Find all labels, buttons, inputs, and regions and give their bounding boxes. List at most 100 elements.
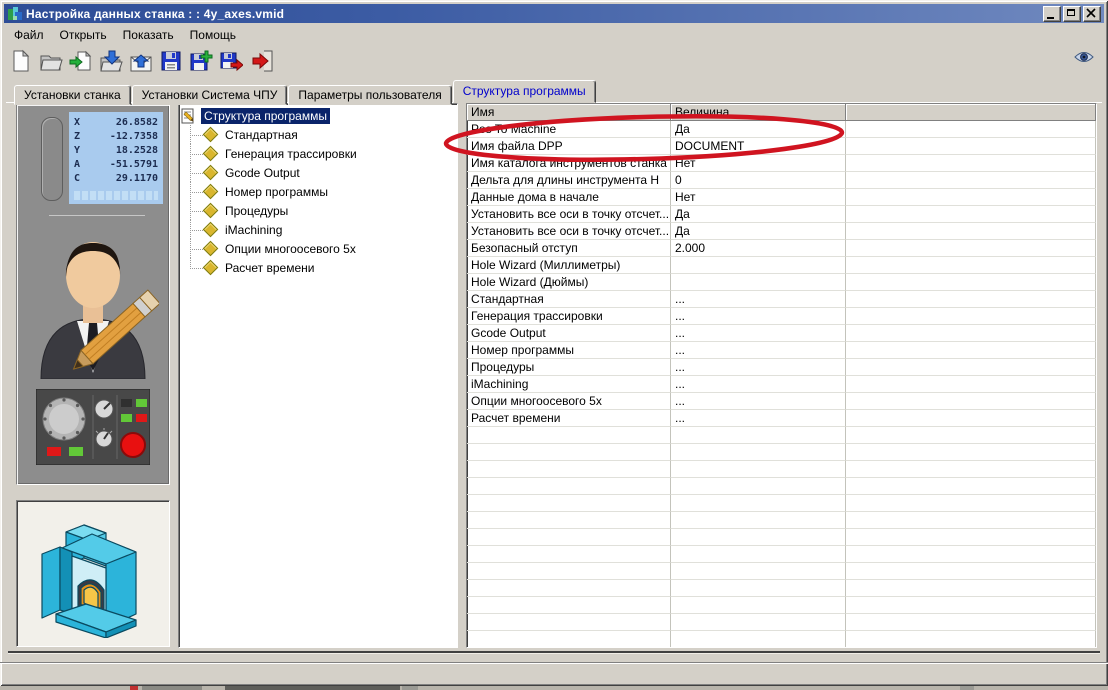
dro-side-button[interactable] (41, 117, 63, 201)
menu-item-4[interactable]: Помощь (182, 26, 244, 44)
table-row[interactable]: Данные дома в начале Нет (467, 189, 1096, 206)
table-row[interactable]: Генерация трассировки... (467, 308, 1096, 325)
table-row[interactable]: Hole Wizard (Дюймы) (467, 274, 1096, 291)
param-value-cell[interactable]: ... (671, 342, 846, 359)
operator-avatar (27, 221, 161, 380)
tree-item-4[interactable]: Номер программы (181, 182, 455, 201)
param-name-cell[interactable]: Генерация трассировки (467, 308, 671, 325)
tree-item-3[interactable]: Gcode Output (181, 163, 455, 182)
table-row[interactable]: Безопасный отступ 2.000 (467, 240, 1096, 257)
param-name-cell[interactable]: Установить все оси в точку отсчет... (467, 223, 671, 240)
param-value-cell[interactable]: ... (671, 393, 846, 410)
table-row[interactable]: Установить все оси в точку отсчет... Да (467, 206, 1096, 223)
table-row[interactable]: Имя каталога инструментов станка Нет (467, 155, 1096, 172)
param-value-cell[interactable]: ... (671, 325, 846, 342)
table-row[interactable]: Pos To Machine Да (467, 121, 1096, 138)
save-icon[interactable] (156, 47, 186, 75)
param-value-cell[interactable] (671, 274, 846, 291)
param-name-cell[interactable]: Расчет времени (467, 410, 671, 427)
new-document-icon[interactable] (6, 47, 36, 75)
param-name-cell[interactable]: Данные дома в начале (467, 189, 671, 206)
table-row[interactable]: iMachining... (467, 376, 1096, 393)
param-name-cell[interactable]: Имя каталога инструментов станка (467, 155, 671, 172)
table-row[interactable]: Стандартная... (467, 291, 1096, 308)
param-value-cell[interactable]: Нет (671, 155, 846, 172)
column-header-name[interactable]: Имя (467, 104, 671, 121)
empty-row (467, 444, 1096, 461)
menu-bar: Файл Открыть Показать Помощь (6, 26, 244, 44)
axis-value: 29.1170 (115, 173, 158, 184)
axis-value: -51.5791 (109, 159, 158, 170)
eye-icon[interactable] (1074, 50, 1094, 69)
table-row[interactable]: Расчет времени... (467, 410, 1096, 427)
param-extra-cell (846, 257, 1096, 274)
param-value-cell[interactable]: ... (671, 359, 846, 376)
tab-3[interactable]: Параметры пользователя (288, 85, 452, 105)
table-row[interactable]: Установить все оси в точку отсчет... Да (467, 223, 1096, 240)
column-header-value[interactable]: Величина (671, 104, 846, 121)
maximize-icon[interactable] (1063, 5, 1081, 22)
param-name-cell[interactable]: Процедуры (467, 359, 671, 376)
param-extra-cell (846, 274, 1096, 291)
table-row[interactable]: Опции многоосевого 5x... (467, 393, 1096, 410)
window-title: Настройка данных станка : : 4y_axes.vmid (26, 6, 285, 21)
close-icon[interactable] (1083, 5, 1101, 22)
save-new-icon[interactable] (186, 47, 216, 75)
tab-1[interactable]: Установки станка (14, 85, 131, 105)
param-value-cell[interactable]: Нет (671, 189, 846, 206)
save-export-icon[interactable] (216, 47, 246, 75)
param-name-cell[interactable]: iMachining (467, 376, 671, 393)
menu-item-1[interactable]: Файл (6, 26, 52, 44)
param-name-cell[interactable]: Установить все оси в точку отсчет... (467, 206, 671, 223)
param-name-cell[interactable]: Hole Wizard (Дюймы) (467, 274, 671, 291)
minimize-icon[interactable] (1043, 5, 1061, 22)
param-name-cell[interactable]: Hole Wizard (Миллиметры) (467, 257, 671, 274)
tab-4[interactable]: Структура программы (452, 80, 596, 103)
param-value-cell[interactable] (671, 257, 846, 274)
param-value-cell[interactable]: Да (671, 223, 846, 240)
table-row[interactable]: Процедуры... (467, 359, 1096, 376)
tree-item-8[interactable]: Расчет времени (181, 258, 455, 277)
table-row[interactable]: Gcode Output... (467, 325, 1096, 342)
tree-item-1[interactable]: Стандартная (181, 125, 455, 144)
exit-icon[interactable] (248, 47, 278, 75)
mail-send-icon[interactable] (126, 47, 156, 75)
param-name-cell[interactable]: Номер программы (467, 342, 671, 359)
param-value-cell[interactable]: 2.000 (671, 240, 846, 257)
param-value-cell[interactable]: ... (671, 410, 846, 427)
table-row[interactable]: Дельта для длины инструмента H0 (467, 172, 1096, 189)
tree-item-5[interactable]: Процедуры (181, 201, 455, 220)
menu-item-2[interactable]: Открыть (52, 26, 115, 44)
param-value-cell[interactable]: DOCUMENT (671, 138, 846, 155)
tree-item-2[interactable]: Генерация трассировки (181, 144, 455, 163)
tree-item-6[interactable]: iMachining (181, 220, 455, 239)
axis-label: Z (74, 131, 81, 142)
param-name-cell[interactable]: Стандартная (467, 291, 671, 308)
empty-row (467, 478, 1096, 495)
tree-item-7[interactable]: Опции многоосевого 5x (181, 239, 455, 258)
param-value-cell[interactable]: ... (671, 376, 846, 393)
param-value-cell[interactable]: Да (671, 206, 846, 223)
param-value-cell[interactable]: 0 (671, 172, 846, 189)
import-page-icon[interactable] (66, 47, 96, 75)
param-name-cell[interactable]: Опции многоосевого 5x (467, 393, 671, 410)
tree-root-item[interactable]: Структура программы (181, 107, 455, 125)
open-into-folder-icon[interactable] (96, 47, 126, 75)
column-header-extra[interactable] (846, 104, 1096, 121)
table-row[interactable]: Номер программы... (467, 342, 1096, 359)
param-value-cell[interactable]: ... (671, 308, 846, 325)
table-row[interactable]: Hole Wizard (Миллиметры) (467, 257, 1096, 274)
param-name-cell[interactable]: Имя файла DPP (467, 138, 671, 155)
param-name-cell[interactable]: Gcode Output (467, 325, 671, 342)
param-value-cell[interactable]: ... (671, 291, 846, 308)
param-name-cell[interactable]: Pos To Machine (467, 121, 671, 138)
param-name-cell[interactable]: Безопасный отступ (467, 240, 671, 257)
param-name-cell[interactable]: Дельта для длины инструмента H (467, 172, 671, 189)
table-row[interactable]: Имя файла DPP DOCUMENT (467, 138, 1096, 155)
tab-2[interactable]: Установки Система ЧПУ (131, 85, 288, 105)
open-folder-icon[interactable] (36, 47, 66, 75)
menu-item-3[interactable]: Показать (115, 26, 182, 44)
diamond-icon (202, 259, 219, 276)
title-bar[interactable]: Настройка данных станка : : 4y_axes.vmid (4, 4, 1104, 23)
param-value-cell[interactable]: Да (671, 121, 846, 138)
